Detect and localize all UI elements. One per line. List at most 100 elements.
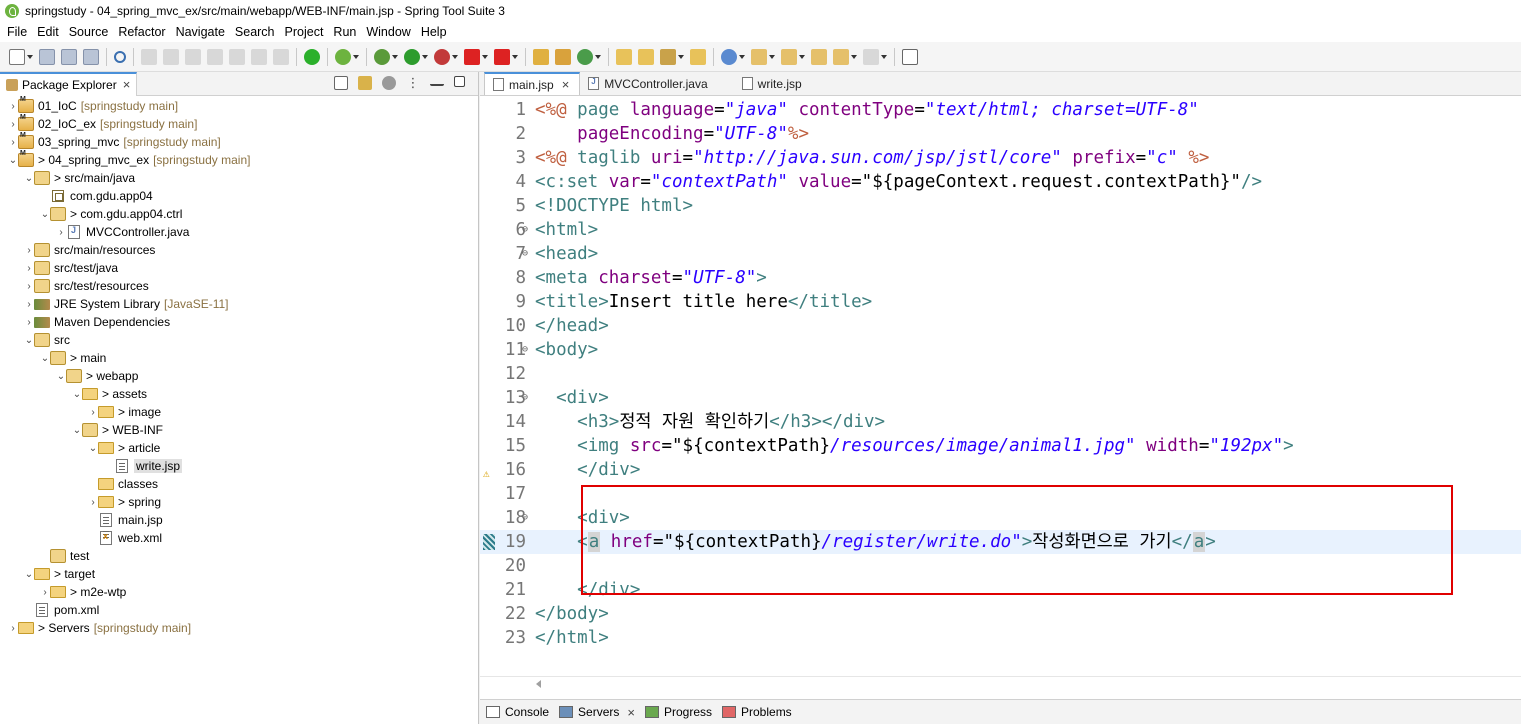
back-icon[interactable]: [833, 48, 849, 65]
open-task-icon[interactable]: [638, 48, 654, 65]
tree-item[interactable]: › > spring: [88, 493, 161, 511]
horizontal-scrollbar[interactable]: [480, 676, 1521, 692]
pin-editor-icon[interactable]: [902, 48, 918, 65]
run-icon[interactable]: [404, 48, 420, 65]
tree-item[interactable]: ⌄ > WEB-INF: [72, 421, 163, 439]
menu-window[interactable]: Window: [361, 25, 415, 39]
code-line[interactable]: 2 pageEncoding="UTF-8"%>: [480, 122, 1521, 146]
code-line[interactable]: 9 <title>Insert title here</title>: [480, 290, 1521, 314]
step-return-icon[interactable]: [273, 48, 289, 65]
step-over-icon[interactable]: [251, 48, 267, 65]
code-line[interactable]: 13 ⊖ <div>: [480, 386, 1521, 410]
link-with-editor-icon[interactable]: [358, 76, 372, 90]
code-line[interactable]: 19 <a href="${contextPath}/register/writ…: [480, 530, 1521, 554]
tree-item[interactable]: › Maven Dependencies: [24, 313, 170, 331]
code-line[interactable]: 4 <c:set var="contextPath" value="${pageC…: [480, 170, 1521, 194]
tree-item[interactable]: ⌄ > assets: [72, 385, 147, 403]
code-line[interactable]: 14 <h3>정적 자원 확인하기</h3></div>: [480, 410, 1521, 434]
chevron-right-icon[interactable]: ›: [24, 277, 34, 295]
tree-item[interactable]: test: [40, 547, 89, 565]
disconnect-icon[interactable]: [207, 48, 223, 65]
tree-item[interactable]: com.gdu.app04: [40, 187, 153, 205]
tree-item[interactable]: › > m2e-wtp: [40, 583, 126, 601]
tab-write-jsp[interactable]: write.jsp: [734, 72, 812, 95]
menu-refactor[interactable]: Refactor: [113, 25, 170, 39]
tab-console[interactable]: Console: [486, 705, 549, 719]
menu-navigate[interactable]: Navigate: [171, 25, 230, 39]
tree-item[interactable]: › JRE System Library [JavaSE-11]: [24, 295, 228, 313]
next-annotation-icon[interactable]: [751, 48, 767, 65]
chevron-right-icon[interactable]: ›: [24, 241, 34, 259]
prev-annotation-icon[interactable]: [781, 48, 797, 65]
tab-problems[interactable]: Problems: [722, 705, 792, 719]
close-icon[interactable]: ×: [123, 77, 131, 92]
menu-source[interactable]: Source: [64, 25, 114, 39]
code-line[interactable]: 6 ⊖ <html>: [480, 218, 1521, 242]
spring-refresh-icon[interactable]: [335, 48, 351, 65]
tree-item[interactable]: › > Servers [springstudy main]: [8, 619, 191, 637]
chevron-down-icon[interactable]: ⌄: [24, 565, 34, 583]
chevron-right-icon[interactable]: ›: [8, 97, 18, 115]
tree-item[interactable]: write.jsp: [104, 457, 183, 475]
chevron-down-icon[interactable]: ⌄: [24, 169, 34, 187]
menu-search[interactable]: Search: [230, 25, 280, 39]
code-line[interactable]: 10 </head>: [480, 314, 1521, 338]
code-line[interactable]: 5 <!DOCTYPE html>: [480, 194, 1521, 218]
open-type-icon[interactable]: [616, 48, 632, 65]
globe-icon[interactable]: [721, 48, 737, 65]
chevron-down-icon[interactable]: ⌄: [40, 349, 50, 367]
chevron-right-icon[interactable]: ›: [8, 619, 18, 637]
open-folder-icon[interactable]: [690, 48, 706, 65]
tab-servers[interactable]: Servers ×: [559, 705, 635, 720]
spring-boot-icon[interactable]: [304, 48, 320, 65]
debug-icon[interactable]: [374, 48, 390, 65]
launch-icon[interactable]: [660, 48, 676, 65]
tab-mvccontroller-java[interactable]: MVCController.java: [580, 72, 717, 95]
tab-progress[interactable]: Progress: [644, 705, 712, 719]
code-line[interactable]: 21 </div>: [480, 578, 1521, 602]
code-line[interactable]: 20: [480, 554, 1521, 578]
menu-help[interactable]: Help: [416, 25, 452, 39]
chevron-down-icon[interactable]: ⌄: [24, 331, 34, 349]
code-line[interactable]: 16 ⚠ </div>: [480, 458, 1521, 482]
chevron-right-icon[interactable]: ›: [88, 403, 98, 421]
fold-icon[interactable]: ⊖: [522, 338, 528, 362]
chevron-right-icon[interactable]: ›: [8, 115, 18, 133]
chevron-right-icon[interactable]: ›: [24, 313, 34, 331]
save-icon[interactable]: [39, 48, 55, 65]
new-java-project-icon[interactable]: [533, 48, 549, 65]
code-line[interactable]: 7 ⊖ <head>: [480, 242, 1521, 266]
close-icon[interactable]: ×: [562, 77, 570, 92]
new-icon[interactable]: [9, 48, 25, 65]
close-icon[interactable]: ×: [627, 705, 635, 720]
chevron-down-icon[interactable]: ⌄: [8, 151, 18, 169]
code-line[interactable]: 17: [480, 482, 1521, 506]
chevron-down-icon[interactable]: ⌄: [56, 367, 66, 385]
new-package-icon[interactable]: [555, 48, 571, 65]
code-line[interactable]: 3 <%@ taglib uri="http://java.sun.com/jsp…: [480, 146, 1521, 170]
chevron-right-icon[interactable]: ›: [56, 223, 66, 241]
menu-edit[interactable]: Edit: [32, 25, 64, 39]
tree-item[interactable]: › src/test/resources: [24, 277, 149, 295]
tree-item[interactable]: › 01_IoC[springstudy main]: [8, 96, 178, 115]
save-all-icon[interactable]: [61, 48, 77, 65]
chevron-down-icon[interactable]: ⌄: [88, 439, 98, 457]
view-menu-icon[interactable]: ⋮: [406, 76, 420, 90]
code-line[interactable]: 12: [480, 362, 1521, 386]
new-class-icon[interactable]: [577, 48, 593, 65]
tree-item[interactable]: pom.xml: [24, 601, 99, 619]
code-line[interactable]: 23 </html>: [480, 626, 1521, 650]
tree-item[interactable]: ⌄ > target: [24, 565, 95, 583]
tree-item[interactable]: › 03_spring_mvc[springstudy main]: [8, 132, 221, 151]
tab-main-jsp[interactable]: main.jsp ×: [484, 72, 581, 95]
focus-icon[interactable]: [382, 76, 396, 90]
tree-item[interactable]: ⌄ > 04_spring_mvc_ex[springstudy main]: [8, 150, 250, 169]
code-line[interactable]: 8 <meta charset="UTF-8">: [480, 266, 1521, 290]
code-line[interactable]: 1 <%@ page language="java" contentType="t…: [480, 98, 1521, 122]
external-tools-icon[interactable]: [494, 48, 510, 65]
tree-item[interactable]: ⌄ src: [24, 331, 70, 349]
last-edit-icon[interactable]: [811, 48, 827, 65]
chevron-right-icon[interactable]: ›: [24, 295, 34, 313]
tree-item[interactable]: › src/test/java: [24, 259, 118, 277]
tree-item[interactable]: ⌄ > webapp: [56, 367, 138, 385]
